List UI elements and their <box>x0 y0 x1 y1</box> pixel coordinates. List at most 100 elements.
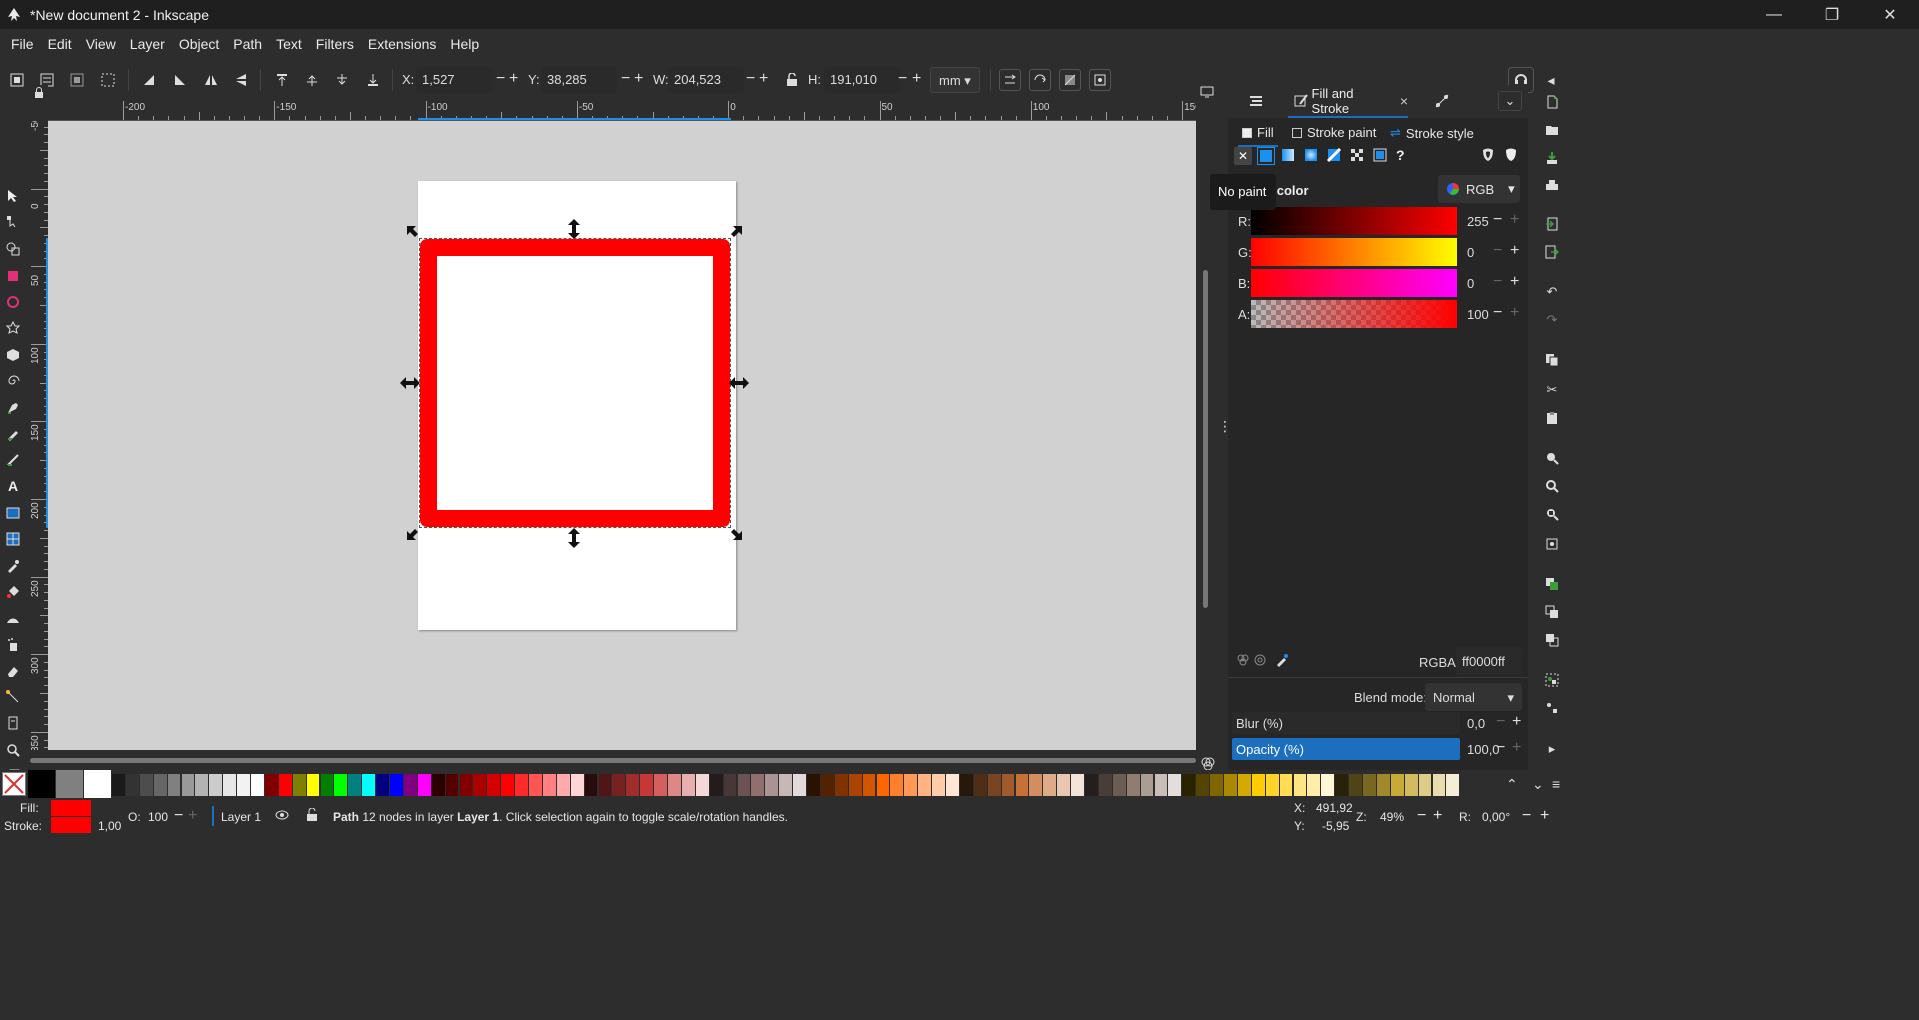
unset-paint-button[interactable]: ? <box>1396 147 1414 165</box>
palette-swatch[interactable] <box>1043 774 1057 796</box>
palette-swatch[interactable] <box>473 774 487 796</box>
menu-help[interactable]: Help <box>443 36 486 52</box>
save-document-icon[interactable] <box>1543 149 1561 167</box>
palette-swatch[interactable] <box>209 774 223 796</box>
palette-scroll-up-icon[interactable]: ⌃ <box>1506 776 1518 793</box>
palette-swatch[interactable] <box>959 774 973 796</box>
palette-swatch[interactable] <box>292 774 306 796</box>
rotate-cw-icon[interactable] <box>169 69 191 91</box>
palette-swatch[interactable] <box>1140 774 1154 796</box>
palette-swatch[interactable] <box>570 774 584 796</box>
g-decrement-button[interactable]: − <box>1493 242 1502 260</box>
3d-box-tool-icon[interactable] <box>4 346 22 364</box>
palette-swatch[interactable] <box>125 774 139 796</box>
w-decrement-button[interactable]: − <box>746 71 755 87</box>
palette-swatch[interactable] <box>403 774 417 796</box>
zoom-center-page-icon[interactable] <box>1543 535 1561 553</box>
a-value[interactable]: 100 <box>1467 307 1489 322</box>
palette-swatch[interactable] <box>890 774 904 796</box>
palette-swatch[interactable] <box>84 770 111 798</box>
dock-resize-handle[interactable]: ⋮ <box>1218 418 1232 434</box>
a-decrement-button[interactable]: − <box>1493 304 1502 322</box>
flip-horizontal-icon[interactable] <box>200 69 222 91</box>
palette-swatch[interactable] <box>654 774 667 796</box>
star-tool-icon[interactable] <box>4 319 22 337</box>
rotate-cw-button[interactable]: + <box>1540 807 1549 825</box>
mesh-tool-icon[interactable] <box>4 530 22 548</box>
opacity-decrement-button[interactable]: − <box>1496 739 1505 757</box>
gradient-tool-icon[interactable] <box>4 504 22 522</box>
flip-vertical-icon[interactable] <box>230 69 252 91</box>
palette-swatch[interactable] <box>139 774 153 796</box>
scale-handle-top[interactable] <box>567 219 581 239</box>
palette-swatch[interactable] <box>973 774 987 796</box>
palette-swatch[interactable] <box>848 774 862 796</box>
palette-swatch[interactable] <box>751 774 765 796</box>
xml-editor-icon[interactable] <box>1434 93 1450 112</box>
palette-swatch[interactable] <box>862 774 876 796</box>
b-decrement-button[interactable]: − <box>1493 273 1502 291</box>
palette-swatch[interactable] <box>1001 774 1015 796</box>
blur-slider[interactable]: Blur (%) <box>1232 712 1460 734</box>
palette-swatch[interactable] <box>1057 774 1071 796</box>
palette-swatch[interactable] <box>251 774 264 796</box>
scale-handle-top-left[interactable] <box>405 224 421 240</box>
r-slider[interactable] <box>1251 207 1457 235</box>
r-decrement-button[interactable]: − <box>1493 211 1502 229</box>
shape-builder-tool-icon[interactable] <box>4 240 22 258</box>
out-of-gamut-icon[interactable] <box>1253 653 1267 670</box>
zoom-drawing-icon[interactable] <box>1543 477 1561 495</box>
menu-filters[interactable]: Filters <box>309 36 361 52</box>
palette-swatch[interactable] <box>320 774 334 796</box>
palette-swatch[interactable] <box>765 774 779 796</box>
palette-swatch[interactable] <box>834 774 848 796</box>
palette-swatch[interactable] <box>1321 774 1335 796</box>
palette-swatch[interactable] <box>1196 774 1210 796</box>
close-tab-icon[interactable]: × <box>1400 93 1408 109</box>
pages-tool-icon[interactable] <box>4 714 22 732</box>
menu-layer[interactable]: Layer <box>123 36 172 52</box>
h-increment-button[interactable]: + <box>912 71 921 87</box>
menu-path[interactable]: Path <box>226 36 269 52</box>
palette-swatch[interactable] <box>1015 774 1029 796</box>
h-input[interactable]: 191,010 <box>824 67 900 93</box>
palette-swatch[interactable] <box>556 774 570 796</box>
pen-tool-icon[interactable] <box>4 399 22 417</box>
palette-swatch[interactable] <box>793 774 806 796</box>
raise-icon[interactable] <box>301 69 323 91</box>
pattern-button[interactable] <box>1349 147 1367 165</box>
palette-swatch[interactable] <box>598 774 612 796</box>
no-paint-swatch[interactable] <box>2 772 26 796</box>
ungroup-icon[interactable] <box>1543 699 1561 717</box>
g-increment-button[interactable]: + <box>1510 242 1519 260</box>
pencil-tool-icon[interactable] <box>4 425 22 443</box>
palette-swatch[interactable] <box>946 774 959 796</box>
zoom-tool-icon[interactable] <box>4 741 22 759</box>
palette-swatch[interactable] <box>1112 774 1126 796</box>
palette-swatch[interactable] <box>1224 774 1237 796</box>
display-mode-icon[interactable] <box>1200 86 1216 100</box>
paste-icon[interactable] <box>1543 409 1561 427</box>
palette-swatch[interactable] <box>640 774 654 796</box>
palette-swatch[interactable] <box>904 774 918 796</box>
palette-swatch[interactable] <box>1251 774 1265 796</box>
menu-text[interactable]: Text <box>269 36 309 52</box>
close-window-button[interactable]: ✕ <box>1861 0 1919 29</box>
ellipse-tool-icon[interactable] <box>4 293 22 311</box>
palette-swatch[interactable] <box>264 774 278 796</box>
opacity-status-value[interactable]: 100 <box>148 810 168 824</box>
node-tool-icon[interactable] <box>4 213 22 231</box>
scale-handle-right[interactable] <box>729 376 749 390</box>
palette-swatch[interactable] <box>417 774 431 796</box>
scale-corners-icon[interactable] <box>1029 69 1051 91</box>
palette-swatch[interactable] <box>1363 774 1376 796</box>
layer-visibility-icon[interactable] <box>275 808 289 825</box>
blur-decrement-button[interactable]: − <box>1496 713 1505 731</box>
palette-swatch[interactable] <box>515 774 528 796</box>
palette-swatch[interactable] <box>1029 774 1043 796</box>
lock-ratio-icon[interactable] <box>781 69 803 91</box>
palette-swatch[interactable] <box>1098 774 1112 796</box>
zoom-selection-icon[interactable] <box>1543 449 1561 467</box>
palette-swatch[interactable] <box>487 774 501 796</box>
group-icon[interactable] <box>1543 671 1561 689</box>
